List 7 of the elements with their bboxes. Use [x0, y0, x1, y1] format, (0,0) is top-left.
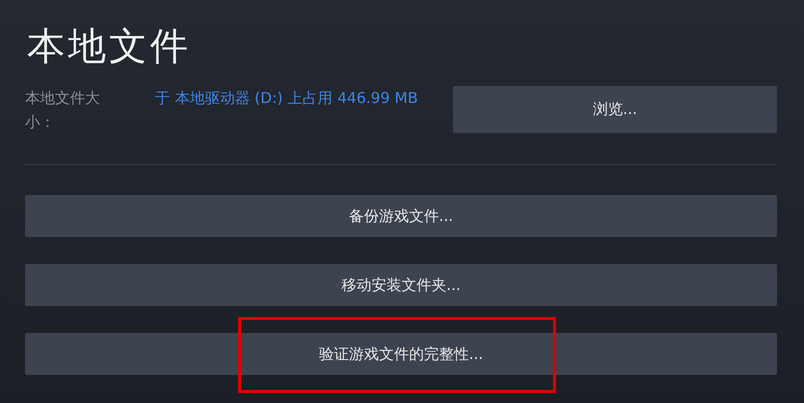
- size-value: 于 本地驱动器 (D:) 上占用 446.99 MB: [155, 88, 419, 109]
- action-button[interactable]: 移动安装文件夹...: [25, 264, 777, 306]
- size-label: 本地文件大小：: [25, 88, 101, 133]
- page-title: 本地文件: [27, 23, 192, 70]
- action-button[interactable]: 验证游戏文件的完整性...: [25, 333, 777, 375]
- browse-button[interactable]: 浏览...: [453, 86, 777, 133]
- action-button[interactable]: 备份游戏文件...: [25, 195, 777, 237]
